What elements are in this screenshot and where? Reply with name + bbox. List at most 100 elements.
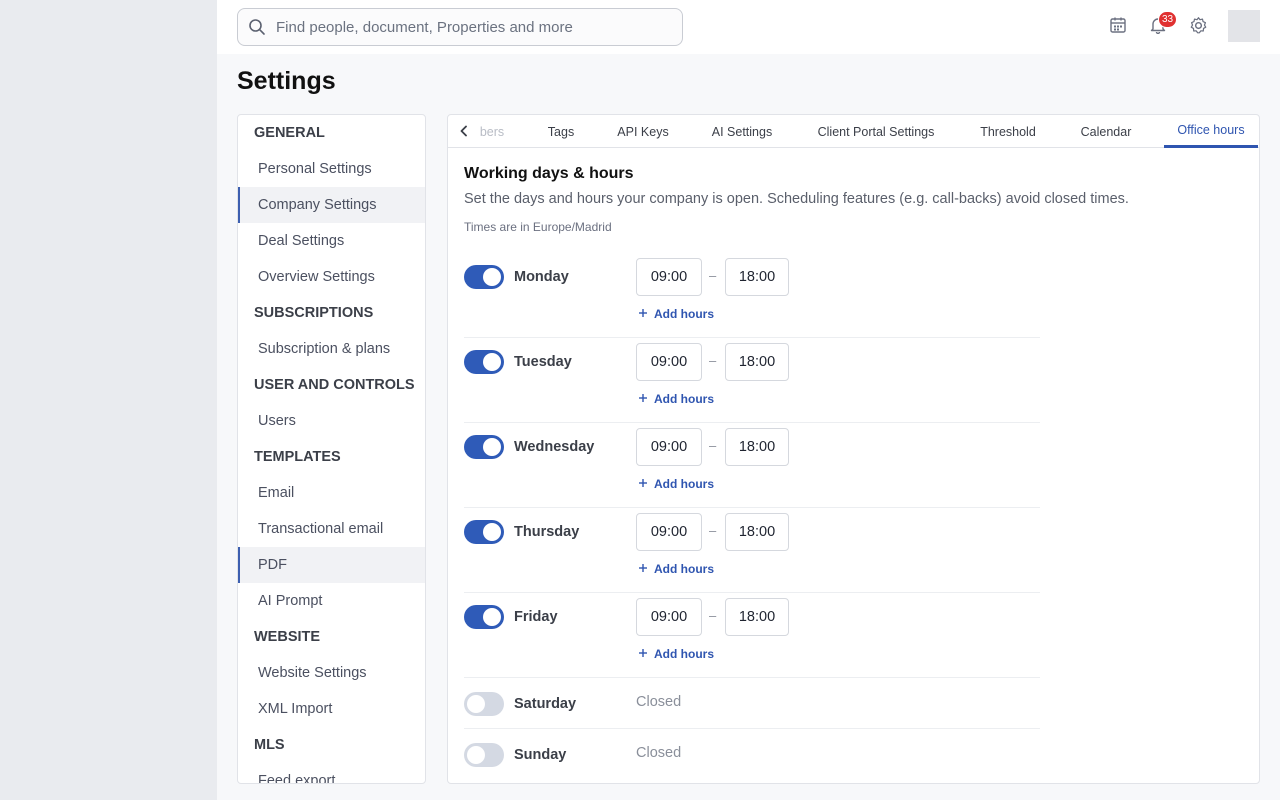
sidebar-item-pdf[interactable]: PDF: [238, 547, 425, 583]
toggle-knob: [483, 268, 501, 286]
timezone-note: Times are in Europe/Madrid: [464, 220, 612, 234]
sidebar-heading-website: WEBSITE: [254, 629, 321, 645]
tab-tags[interactable]: Tags: [538, 115, 584, 148]
sidebar-item-ai-prompt[interactable]: AI Prompt: [238, 583, 425, 619]
sidebar-item-company-settings[interactable]: Company Settings: [238, 187, 425, 223]
sidebar-item-feed-export[interactable]: Feed export: [238, 763, 425, 783]
day-label: Saturday: [514, 696, 577, 712]
time-separator: –: [709, 438, 717, 453]
tab-ai-settings[interactable]: AI Settings: [702, 115, 782, 148]
monday-end-time[interactable]: 18:00: [725, 258, 789, 296]
toggle-knob: [483, 523, 501, 541]
sidebar-heading-mls: MLS: [254, 737, 285, 753]
day-row-sunday: Sunday Closed: [464, 729, 1040, 780]
thursday-end-time[interactable]: 18:00: [725, 513, 789, 551]
gear-icon[interactable]: [1188, 15, 1208, 35]
sidebar-item-transactional-email[interactable]: Transactional email: [238, 511, 425, 547]
day-row-tuesday: Tuesday 09:00–18:00 Add hours: [464, 338, 1040, 423]
sunday-toggle[interactable]: [464, 743, 504, 767]
sidebar-item-xml-import[interactable]: XML Import: [238, 691, 425, 727]
toggle-knob: [467, 695, 485, 713]
wednesday-add-hours-button[interactable]: Add hours: [638, 477, 714, 491]
sidebar-item-website-settings[interactable]: Website Settings: [238, 655, 425, 691]
toggle-knob: [483, 608, 501, 626]
day-label: Wednesday: [514, 439, 595, 455]
day-label: Monday: [514, 269, 569, 285]
settings-panel: Office hours Calendar Threshold Client Port…: [447, 114, 1260, 784]
section-description: Set the days and hours your company is o…: [464, 191, 1129, 207]
day-label: Thursday: [514, 524, 580, 540]
time-separator: –: [709, 608, 717, 623]
sidebar-heading-general: GENERAL: [254, 125, 325, 141]
section-title: Working days & hours: [464, 165, 634, 182]
tab-bers[interactable]: bers: [472, 115, 512, 148]
closed-label: Closed: [636, 745, 682, 761]
thursday-start-time[interactable]: 09:00: [636, 513, 702, 551]
friday-toggle[interactable]: [464, 605, 504, 629]
tab-api-keys[interactable]: API Keys: [606, 115, 680, 148]
sidebar-item-overview-settings[interactable]: Overview Settings: [238, 259, 425, 295]
topbar: 33: [217, 0, 1280, 54]
toggle-knob: [483, 353, 501, 371]
plus-icon: [638, 562, 648, 576]
thursday-add-hours-button[interactable]: Add hours: [638, 562, 714, 576]
tuesday-toggle[interactable]: [464, 350, 504, 374]
toggle-knob: [467, 746, 485, 764]
monday-toggle[interactable]: [464, 265, 504, 289]
wednesday-toggle[interactable]: [464, 435, 504, 459]
calendar-icon[interactable]: [1108, 15, 1128, 35]
day-row-thursday: Thursday 09:00–18:00 Add hours: [464, 508, 1040, 593]
global-search[interactable]: [237, 8, 683, 46]
sidebar-item-subscription-and-plans[interactable]: Subscription & plans: [238, 331, 425, 367]
add-hours-label: Add hours: [654, 307, 714, 321]
day-label: Friday: [514, 609, 558, 625]
settings-sidebar: GENERAL Personal Settings Company Settings…: [237, 114, 426, 784]
friday-end-time[interactable]: 18:00: [725, 598, 789, 636]
search-icon: [238, 18, 276, 36]
tuesday-start-time[interactable]: 09:00: [636, 343, 702, 381]
day-row-saturday: Saturday Closed: [464, 678, 1040, 729]
plus-icon: [638, 392, 648, 406]
tuesday-end-time[interactable]: 18:00: [725, 343, 789, 381]
tab-threshold[interactable]: Threshold: [968, 115, 1048, 148]
saturday-toggle[interactable]: [464, 692, 504, 716]
thursday-toggle[interactable]: [464, 520, 504, 544]
toggle-knob: [483, 438, 501, 456]
day-row-monday: Monday 09:00–18:00 Add hours: [464, 253, 1040, 338]
tab-office-hours[interactable]: Office hours: [1164, 115, 1258, 148]
plus-icon: [638, 307, 648, 321]
plus-icon: [638, 647, 648, 661]
wednesday-end-time[interactable]: 18:00: [725, 428, 789, 466]
day-row-wednesday: Wednesday 09:00–18:00 Add hours: [464, 423, 1040, 508]
sidebar-item-deal-settings[interactable]: Deal Settings: [238, 223, 425, 259]
add-hours-label: Add hours: [654, 392, 714, 406]
user-avatar[interactable]: [1228, 10, 1260, 42]
wednesday-start-time[interactable]: 09:00: [636, 428, 702, 466]
app-main: 33 Settings GENERAL Personal SettingsComp…: [217, 0, 1280, 800]
closed-label: Closed: [636, 694, 682, 710]
time-separator: –: [709, 353, 717, 368]
monday-add-hours-button[interactable]: Add hours: [638, 307, 714, 321]
page-title: Settings: [237, 67, 336, 95]
monday-start-time[interactable]: 09:00: [636, 258, 702, 296]
tab-client-portal-settings[interactable]: Client Portal Settings: [804, 115, 948, 148]
tab-calendar[interactable]: Calendar: [1068, 115, 1144, 148]
time-separator: –: [709, 268, 717, 283]
tabs-scroll-left-button[interactable]: [456, 123, 472, 139]
time-separator: –: [709, 523, 717, 538]
notification-badge: 33: [1158, 11, 1178, 28]
settings-tabs: Office hours Calendar Threshold Client Port…: [448, 115, 1259, 148]
day-row-friday: Friday 09:00–18:00 Add hours: [464, 593, 1040, 678]
sidebar-item-users[interactable]: Users: [238, 403, 425, 439]
tuesday-add-hours-button[interactable]: Add hours: [638, 392, 714, 406]
sidebar-item-personal-settings[interactable]: Personal Settings: [238, 151, 425, 187]
sidebar-item-email[interactable]: Email: [238, 475, 425, 511]
search-input[interactable]: [276, 18, 676, 36]
sidebar-heading-templates: TEMPLATES: [254, 449, 341, 465]
friday-add-hours-button[interactable]: Add hours: [638, 647, 714, 661]
day-label: Sunday: [514, 747, 567, 763]
friday-start-time[interactable]: 09:00: [636, 598, 702, 636]
add-hours-label: Add hours: [654, 647, 714, 661]
left-gutter: [0, 0, 217, 800]
sidebar-heading-user-and-controls: USER AND CONTROLS: [254, 377, 415, 393]
